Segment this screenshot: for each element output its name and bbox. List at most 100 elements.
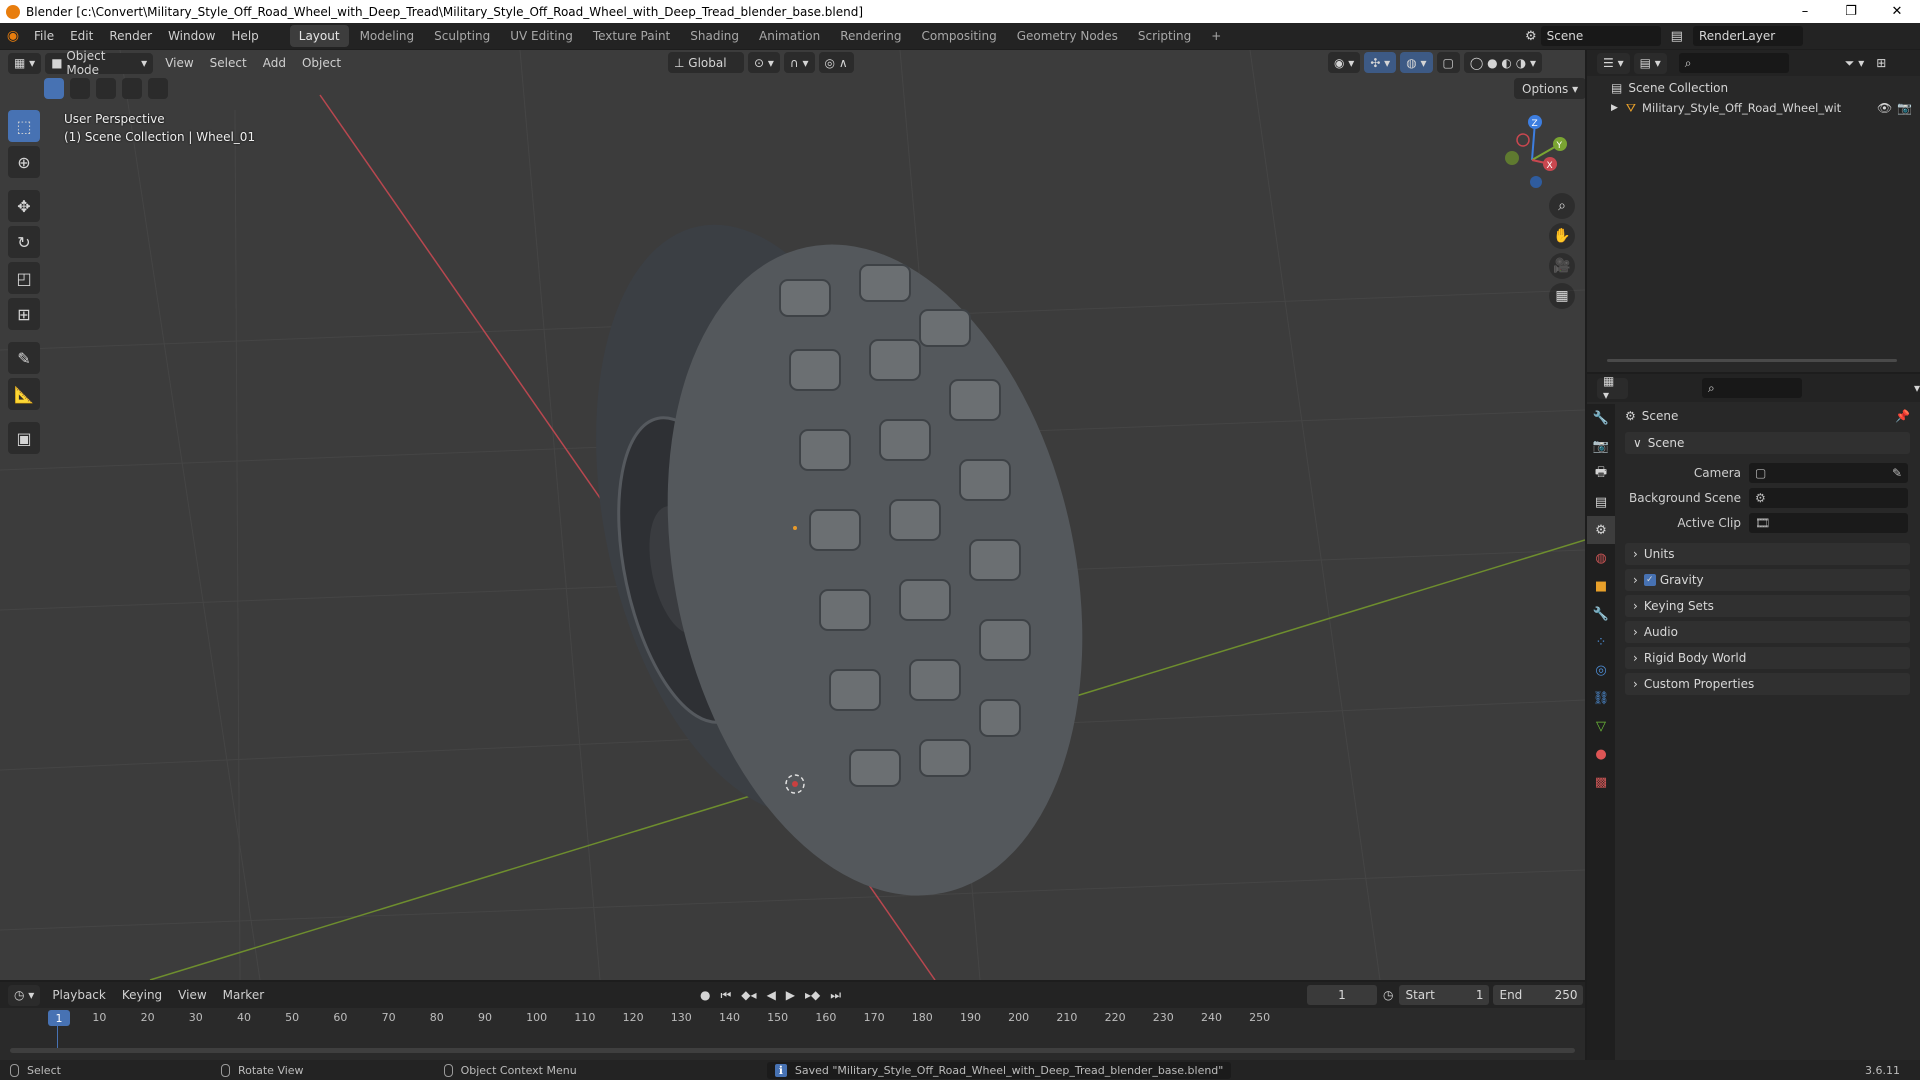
navigation-gizmo[interactable]: Z Y X [1490, 110, 1574, 194]
eyedropper-icon[interactable]: ✎ [1892, 466, 1902, 480]
pin-icon[interactable]: 📌 [1895, 409, 1910, 423]
gizmo-toggle[interactable]: ✣ ▾ [1364, 52, 1397, 73]
active-clip-field[interactable]: 🎞 [1749, 512, 1908, 533]
snap-button[interactable]: ∩ ▾ [783, 52, 815, 73]
add-workspace-button[interactable]: + [1202, 25, 1230, 47]
preview-range-icon[interactable]: ◷ [1383, 988, 1393, 1002]
tab-texture-paint[interactable]: Texture Paint [584, 25, 679, 47]
measure-tool[interactable]: 📐 [8, 378, 40, 410]
tab-geometry-nodes[interactable]: Geometry Nodes [1008, 25, 1127, 47]
outliner-search-input[interactable]: ⌕ [1678, 53, 1789, 73]
xray-toggle[interactable]: ▢ [1436, 52, 1460, 73]
transform-tool[interactable]: ⊞ [8, 298, 40, 330]
mode-selector[interactable]: ■ Object Mode ▾ [45, 50, 154, 77]
filter-icon[interactable]: ⏷ ▾ [1845, 56, 1864, 71]
visibility-button[interactable]: ◉ ▾ [1328, 52, 1361, 73]
tab-world[interactable]: ◍ [1587, 544, 1615, 572]
orientation-selector[interactable]: ⊥ Global [668, 52, 744, 73]
panel-custom-properties[interactable]: › Custom Properties [1625, 673, 1910, 695]
current-frame-field[interactable]: 1 [1307, 985, 1377, 1005]
select-subtract-icon[interactable] [96, 78, 116, 99]
timeline-menu-view[interactable]: View [170, 982, 214, 1008]
properties-search-input[interactable]: ⌕ [1702, 378, 1802, 398]
select-intersect-icon[interactable] [148, 78, 168, 99]
render-camera-icon[interactable]: 📷 [1897, 101, 1912, 115]
shading-modes[interactable]: ◯ ● ◐ ◑ ▾ [1463, 52, 1542, 73]
scene-icon[interactable]: ⚙ [1525, 29, 1537, 44]
viewport-menu-view[interactable]: View [157, 50, 201, 76]
gizmo-neg-x-axis[interactable] [1516, 133, 1530, 147]
select-box-tool[interactable]: ⬚ [8, 110, 40, 142]
camera-view-button[interactable]: 🎥 [1549, 253, 1575, 279]
timeline-menu-playback[interactable]: Playback [44, 982, 114, 1008]
gravity-checkbox[interactable]: ✓ [1643, 574, 1656, 586]
tab-sculpting[interactable]: Sculpting [425, 25, 499, 47]
zoom-view-button[interactable]: ⌕ [1549, 193, 1575, 219]
proportional-edit-button[interactable]: ◎ ∧ [818, 52, 854, 73]
3d-viewport[interactable]: ▦ ▾ ■ Object Mode ▾ View Select Add Obje… [0, 50, 1585, 980]
editor-type-button[interactable]: ▦ ▾ [8, 52, 42, 74]
tab-compositing[interactable]: Compositing [912, 25, 1005, 47]
panel-rigid-body-world[interactable]: › Rigid Body World [1625, 647, 1910, 669]
outliner-row-scene-collection[interactable]: ▤ Scene Collection [1587, 78, 1920, 98]
play-icon[interactable]: ▶ [786, 988, 795, 1002]
close-button[interactable]: ✕ [1874, 0, 1920, 23]
tab-modeling[interactable]: Modeling [351, 25, 424, 47]
next-keyframe-icon[interactable]: ▸◆ [805, 988, 820, 1002]
move-tool[interactable]: ✥ [8, 190, 40, 222]
tab-scripting[interactable]: Scripting [1129, 25, 1200, 47]
panel-audio[interactable]: › Audio [1625, 621, 1910, 643]
outliner-row-object[interactable]: ▶ ⛛ Military_Style_Off_Road_Wheel_with_D… [1587, 98, 1920, 118]
end-frame-field[interactable]: End 250 [1493, 985, 1584, 1005]
outliner-editor-type[interactable]: ☰ ▾ [1597, 52, 1630, 74]
renderlayer-icon[interactable]: ▤ [1671, 29, 1683, 44]
timeline-track[interactable]: 1 10 20 30 40 50 60 70 80 90 100 110 120 130 140 150 16… [0, 1008, 1585, 1060]
overlay-toggle[interactable]: ◍ ▾ [1400, 52, 1433, 73]
ortho-toggle-button[interactable]: ▦ [1549, 283, 1575, 309]
viewport-menu-object[interactable]: Object [294, 50, 349, 76]
tab-scene[interactable]: ⚙ [1587, 516, 1615, 544]
panel-units[interactable]: › Units [1625, 543, 1910, 565]
panel-gravity[interactable]: › ✓ Gravity [1625, 569, 1910, 591]
select-new-icon[interactable] [44, 78, 64, 99]
tab-render[interactable]: 📷 [1587, 432, 1615, 460]
tab-view-layer[interactable]: ▤ [1587, 488, 1615, 516]
blender-menu-icon[interactable]: ◉ [0, 28, 26, 44]
gizmo-neg-y-axis[interactable] [1505, 151, 1519, 165]
tab-output[interactable]: 🖶 [1587, 460, 1615, 488]
playhead-frame[interactable]: 1 [48, 1010, 70, 1026]
tab-uv-editing[interactable]: UV Editing [501, 25, 582, 47]
renderlayer-selector[interactable]: RenderLayer [1692, 26, 1803, 46]
menu-help[interactable]: Help [223, 23, 266, 49]
tab-modifiers[interactable]: 🔧 [1587, 600, 1615, 628]
chevron-down-icon[interactable]: ▾ [1914, 381, 1920, 395]
display-mode-button[interactable]: ▤ ▾ [1633, 52, 1667, 74]
jump-end-icon[interactable]: ⏭ [830, 988, 841, 1003]
panel-keying-sets[interactable]: › Keying Sets [1625, 595, 1910, 617]
cursor-tool[interactable]: ⊕ [8, 146, 40, 178]
viewport-menu-select[interactable]: Select [202, 50, 255, 76]
menu-render[interactable]: Render [101, 23, 160, 49]
camera-field[interactable]: ▢ ✎ [1749, 462, 1908, 483]
record-icon[interactable]: ● [700, 988, 710, 1002]
rotate-tool[interactable]: ↻ [8, 226, 40, 258]
menu-edit[interactable]: Edit [62, 23, 101, 49]
prev-keyframe-icon[interactable]: ◆◂ [741, 988, 756, 1002]
minimize-button[interactable]: – [1782, 0, 1828, 23]
scene-selector[interactable]: Scene [1540, 26, 1661, 46]
panel-scene[interactable]: ∨ Scene [1625, 432, 1910, 454]
timeline-scrollbar[interactable] [10, 1048, 1575, 1053]
jump-start-icon[interactable]: ⏮ [720, 988, 731, 1003]
tab-rendering[interactable]: Rendering [831, 25, 910, 47]
tab-object[interactable]: ■ [1587, 572, 1615, 600]
tab-layout[interactable]: Layout [289, 25, 349, 47]
play-reverse-icon[interactable]: ◀ [767, 988, 776, 1002]
expand-arrow-icon[interactable]: ▶ [1611, 103, 1618, 113]
tab-constraints[interactable]: ⛓ [1587, 684, 1615, 712]
tab-texture[interactable]: ▩ [1587, 768, 1615, 796]
wheel-model[interactable] [546, 194, 1139, 934]
menu-file[interactable]: File [26, 23, 62, 49]
timeline-menu-marker[interactable]: Marker [215, 982, 272, 1008]
gizmo-neg-z-axis[interactable] [1530, 176, 1542, 188]
tab-physics[interactable]: ◎ [1587, 656, 1615, 684]
